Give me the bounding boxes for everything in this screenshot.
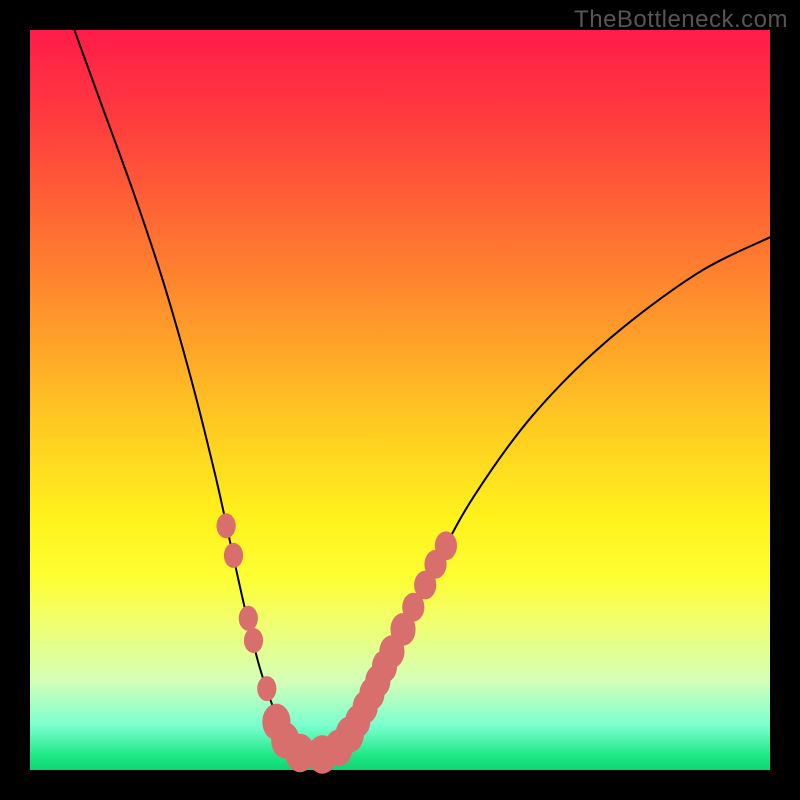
data-marker xyxy=(239,606,258,631)
data-marker xyxy=(244,628,263,653)
bottleneck-curve xyxy=(74,30,770,755)
data-marker xyxy=(217,513,236,538)
background-frame: TheBottleneck.com xyxy=(0,0,800,800)
data-markers xyxy=(217,513,458,773)
data-marker xyxy=(224,543,243,568)
plot-area xyxy=(30,30,770,770)
data-marker xyxy=(257,676,276,701)
data-marker xyxy=(435,531,457,560)
chart-svg xyxy=(30,30,770,770)
watermark-text: TheBottleneck.com xyxy=(574,6,788,34)
